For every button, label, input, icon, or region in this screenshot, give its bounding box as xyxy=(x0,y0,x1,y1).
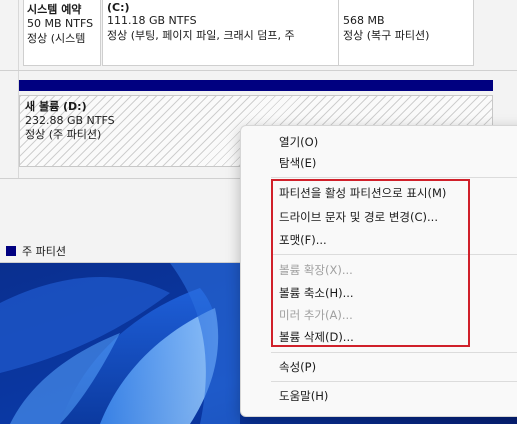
partition-name: (C:) xyxy=(107,1,130,14)
disk-row-divider xyxy=(0,70,517,71)
partition-c-drive[interactable]: (C:) 111.18 GB NTFS 정상 (부팅, 페이지 파일, 크래시 … xyxy=(102,0,340,66)
partition-system-reserved[interactable]: 시스템 예약 50 MB NTFS 정상 (시스템 xyxy=(23,0,101,66)
partition-status: 정상 (시스템 xyxy=(27,32,86,45)
menu-separator xyxy=(271,177,517,178)
legend-label: 주 파티션 xyxy=(22,245,66,258)
menu-item-help[interactable]: 도움말(H) xyxy=(279,388,328,404)
partition-name: 시스템 예약 xyxy=(27,3,82,16)
primary-partition-bar xyxy=(19,80,493,91)
volume-name: 새 볼륨 (D:) xyxy=(25,100,87,113)
legend: 주 파티션 xyxy=(6,243,66,259)
menu-item-properties[interactable]: 속성(P) xyxy=(279,359,316,375)
partition-recovery[interactable]: 568 MB 정상 (복구 파티션) xyxy=(338,0,474,66)
context-menu: 열기(O) 탐색(E) 파티션을 활성 파티션으로 표시(M) 드라이브 문자 … xyxy=(240,125,517,417)
highlight-box xyxy=(271,179,470,347)
menu-item-open[interactable]: 열기(O) xyxy=(279,134,318,150)
partition-size: 568 MB xyxy=(343,14,385,27)
menu-separator xyxy=(271,352,517,353)
legend-swatch xyxy=(6,246,16,256)
partition-name xyxy=(343,1,469,14)
partition-status: 정상 (복구 파티션) xyxy=(343,29,430,42)
partition-status: 정상 (부팅, 페이지 파일, 크래시 덤프, 주 xyxy=(107,29,295,42)
menu-item-explore[interactable]: 탐색(E) xyxy=(279,155,316,171)
partition-size: 111.18 GB NTFS xyxy=(107,14,197,27)
partition-size: 50 MB NTFS xyxy=(27,17,94,30)
disk-label-column xyxy=(0,0,19,178)
menu-separator xyxy=(271,381,517,382)
